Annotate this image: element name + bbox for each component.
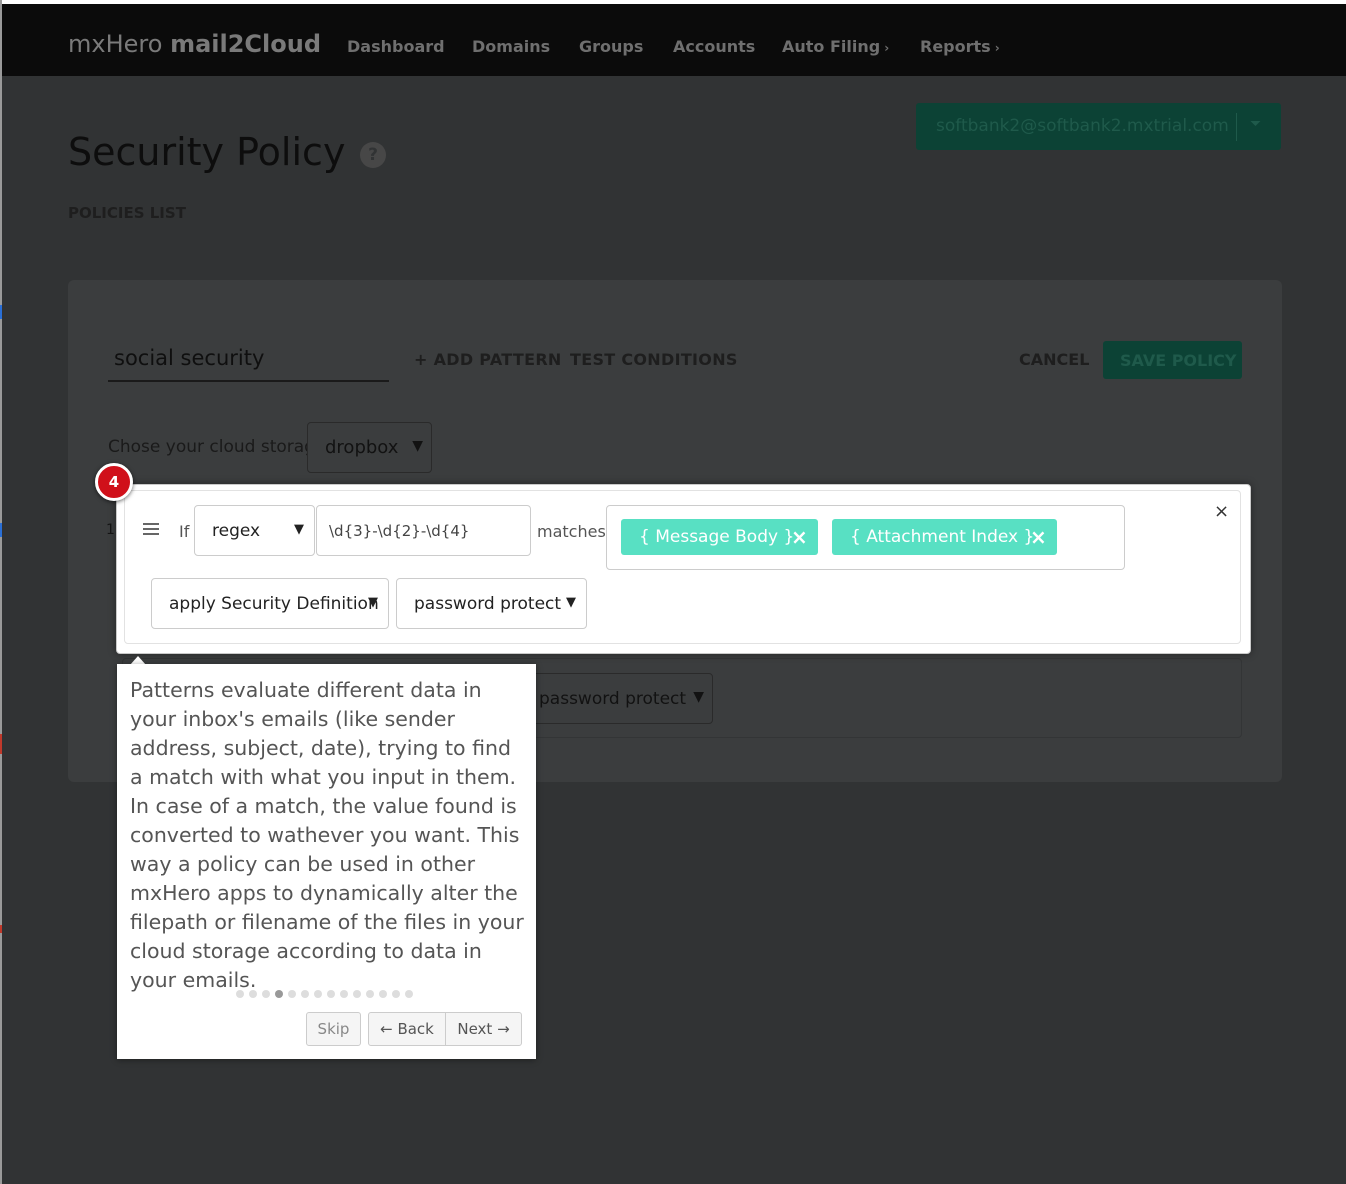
account-dropdown[interactable]: softbank2@softbank2.mxtrial.com ⏷ (916, 103, 1281, 150)
side-marker (0, 523, 2, 537)
tour-progress-dot[interactable] (366, 990, 374, 998)
side-marker (0, 925, 2, 933)
account-email: softbank2@softbank2.mxtrial.com (936, 116, 1229, 136)
cloud-storage-select[interactable]: dropbox ▼ (307, 422, 432, 473)
caret-down-icon[interactable]: ⏷ (1250, 116, 1261, 132)
chevron-right-icon: › (994, 41, 1000, 55)
tag-label: { Attachment Index } (850, 527, 1035, 547)
tour-progress-dot[interactable] (405, 990, 413, 998)
page-title: Security Policy (68, 130, 346, 174)
cancel-button[interactable]: CANCEL (1019, 350, 1089, 369)
nav-auto-filing-label: Auto Filing (782, 37, 881, 56)
policies-list-link[interactable]: POLICIES LIST (68, 204, 186, 222)
nav-dashboard-label: Dashboard (347, 37, 445, 56)
tour-progress-dot[interactable] (301, 990, 309, 998)
nav-groups-label: Groups (579, 37, 644, 56)
remove-tag-icon[interactable]: × (1030, 525, 1047, 549)
add-pattern-button[interactable]: + ADD PATTERN (414, 350, 562, 369)
nav-reports[interactable]: Reports › (920, 37, 1000, 56)
tag-message-body: { Message Body } × (621, 519, 818, 555)
nav-auto-filing[interactable]: Auto Filing › (782, 37, 889, 56)
tour-progress-dot[interactable] (327, 990, 335, 998)
action-value-dimmed: password protect (539, 689, 687, 709)
chevron-down-icon: ▼ (693, 689, 704, 705)
top-navbar: mxHero mail2Cloud Dashboard Domains Grou… (2, 4, 1346, 76)
tour-progress-dot[interactable] (379, 990, 387, 998)
tour-progress-dot[interactable] (249, 990, 257, 998)
drag-handle-icon[interactable] (143, 523, 159, 537)
brand-bold: mail2Cloud (170, 30, 322, 58)
brand-logo[interactable]: mxHero mail2Cloud (68, 30, 321, 58)
window-frame-left (0, 0, 2, 1184)
save-policy-button[interactable]: SAVE POLICY (1103, 341, 1242, 379)
matches-label: matches (537, 522, 606, 541)
tour-progress-dot[interactable] (262, 990, 270, 998)
nav-domains[interactable]: Domains (472, 37, 550, 56)
nav-accounts[interactable]: Accounts (673, 37, 755, 56)
chevron-down-icon: ▼ (412, 438, 423, 454)
if-label: If (179, 522, 190, 541)
brand-light: mxHero (68, 30, 163, 58)
tag-attachment-index: { Attachment Index } × (832, 519, 1057, 555)
tag-label: { Message Body } (639, 527, 795, 547)
side-marker (0, 305, 2, 319)
policy-name-input[interactable]: social security (108, 340, 389, 382)
action-value-select-dimmed[interactable]: password protect ▼ (530, 673, 713, 724)
test-conditions-button[interactable]: TEST CONDITIONS (570, 350, 738, 369)
chevron-down-icon: ▼ (368, 595, 378, 610)
nav-accounts-label: Accounts (673, 37, 756, 56)
help-icon[interactable]: ? (360, 142, 386, 168)
tour-progress-dot[interactable] (392, 990, 400, 998)
pattern-type-select[interactable]: regex ▼ (194, 505, 315, 556)
chevron-down-icon: ▼ (566, 595, 576, 610)
nav-domains-label: Domains (472, 37, 551, 56)
chevron-down-icon: ▼ (294, 522, 304, 537)
regex-value: \d{3}-\d{2}-\d{4} (329, 522, 470, 540)
regex-input[interactable]: \d{3}-\d{2}-\d{4} (316, 505, 531, 556)
chevron-right-icon: › (884, 41, 890, 55)
pattern-type-value: regex (212, 521, 261, 541)
nav-groups[interactable]: Groups (579, 37, 643, 56)
tour-progress-dot[interactable] (288, 990, 296, 998)
cloud-storage-value: dropbox (325, 437, 399, 458)
action-option-value: password protect (414, 594, 562, 614)
tour-progress-dots (236, 983, 418, 998)
tour-progress-dot[interactable] (353, 990, 361, 998)
policy-name-value: social security (114, 346, 265, 370)
save-policy-label: SAVE POLICY (1120, 351, 1237, 370)
skip-button[interactable]: Skip (306, 1012, 361, 1046)
tour-step-badge: 4 (95, 463, 133, 501)
back-button[interactable]: ← Back (368, 1012, 446, 1046)
tour-progress-dot[interactable] (340, 990, 348, 998)
action-value: apply Security Definition (169, 594, 379, 614)
tour-progress-dot[interactable] (236, 990, 244, 998)
side-marker (0, 734, 2, 754)
divider (1236, 113, 1237, 141)
pattern-row-number: 1 (106, 522, 115, 538)
remove-tag-icon[interactable]: × (791, 525, 808, 549)
action-option-select[interactable]: password protect ▼ (396, 578, 587, 629)
tour-progress-dot[interactable] (275, 990, 283, 998)
tour-progress-dot[interactable] (314, 990, 322, 998)
close-icon[interactable]: × (1214, 501, 1229, 522)
nav-dashboard[interactable]: Dashboard (347, 37, 445, 56)
next-button[interactable]: Next → (445, 1012, 522, 1046)
tooltip-text: Patterns evaluate different data in your… (130, 678, 524, 992)
nav-reports-label: Reports (920, 37, 991, 56)
action-select[interactable]: apply Security Definition ▼ (151, 578, 389, 629)
cloud-storage-label: Chose your cloud storage (108, 437, 326, 457)
tour-tooltip: Patterns evaluate different data in your… (117, 664, 536, 1059)
